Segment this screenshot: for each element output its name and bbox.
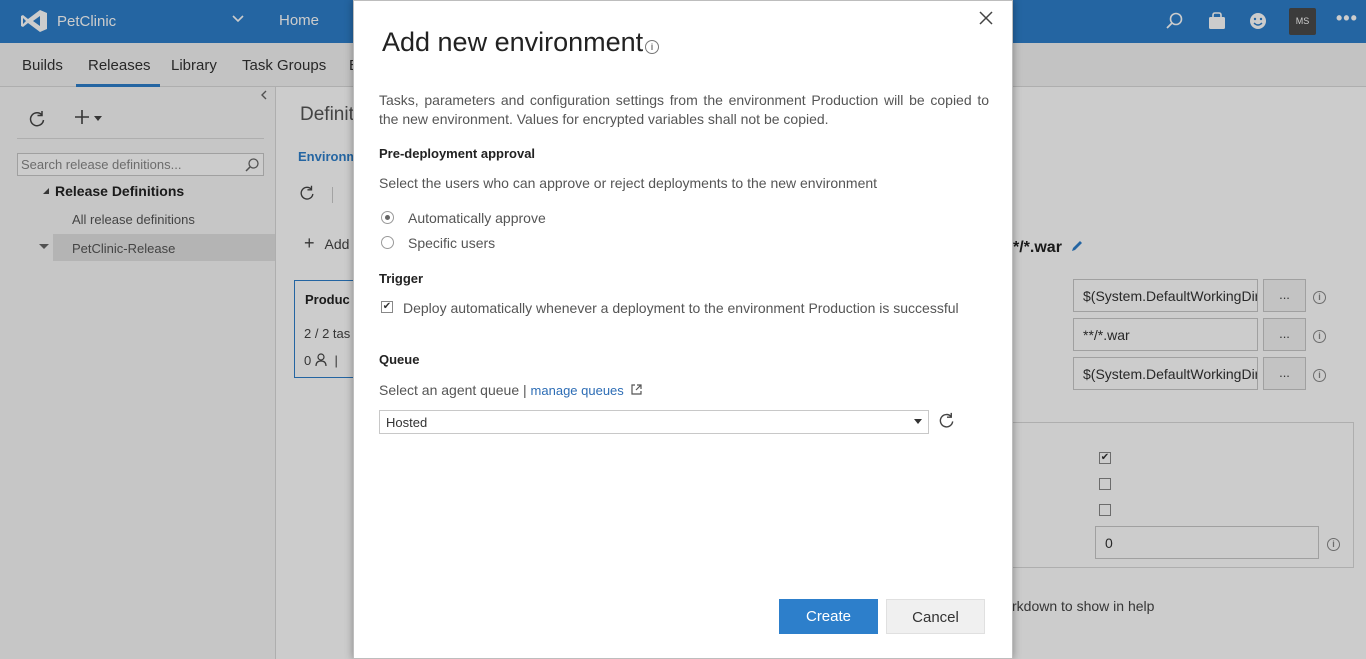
agent-queue-select[interactable]: Hosted — [379, 410, 929, 434]
trigger-heading: Trigger — [379, 271, 424, 286]
dialog-title: Add new environment — [382, 27, 644, 57]
agent-queue-value: Hosted — [386, 415, 428, 430]
trigger-checkbox-label[interactable]: Deploy automatically whenever a deployme… — [403, 299, 963, 318]
radio-auto-approve[interactable] — [381, 211, 394, 224]
external-link-icon[interactable] — [628, 384, 642, 398]
info-icon[interactable]: i — [645, 40, 659, 54]
radio-auto-approve-label[interactable]: Automatically approve — [408, 210, 546, 226]
close-icon[interactable] — [978, 9, 994, 32]
approval-subtext: Select the users who can approve or reje… — [379, 175, 878, 191]
approval-heading: Pre-deployment approval — [379, 146, 536, 161]
queue-subtext: Select an agent queue | manage queues — [379, 382, 642, 398]
queue-heading: Queue — [379, 352, 420, 367]
manage-queues-link[interactable]: manage queues — [531, 383, 624, 398]
add-environment-dialog: Add new environment i Tasks, parameters … — [353, 0, 1013, 659]
trigger-checkbox[interactable]: ✔ — [381, 301, 393, 313]
create-button[interactable]: Create — [779, 599, 878, 634]
radio-specific-users[interactable] — [381, 236, 394, 249]
dialog-description: Tasks, parameters and configuration sett… — [379, 92, 989, 127]
cancel-button[interactable]: Cancel — [886, 599, 985, 634]
caret-down-icon — [914, 417, 922, 427]
refresh-queues-icon[interactable] — [937, 411, 956, 436]
radio-specific-users-label[interactable]: Specific users — [408, 235, 495, 251]
